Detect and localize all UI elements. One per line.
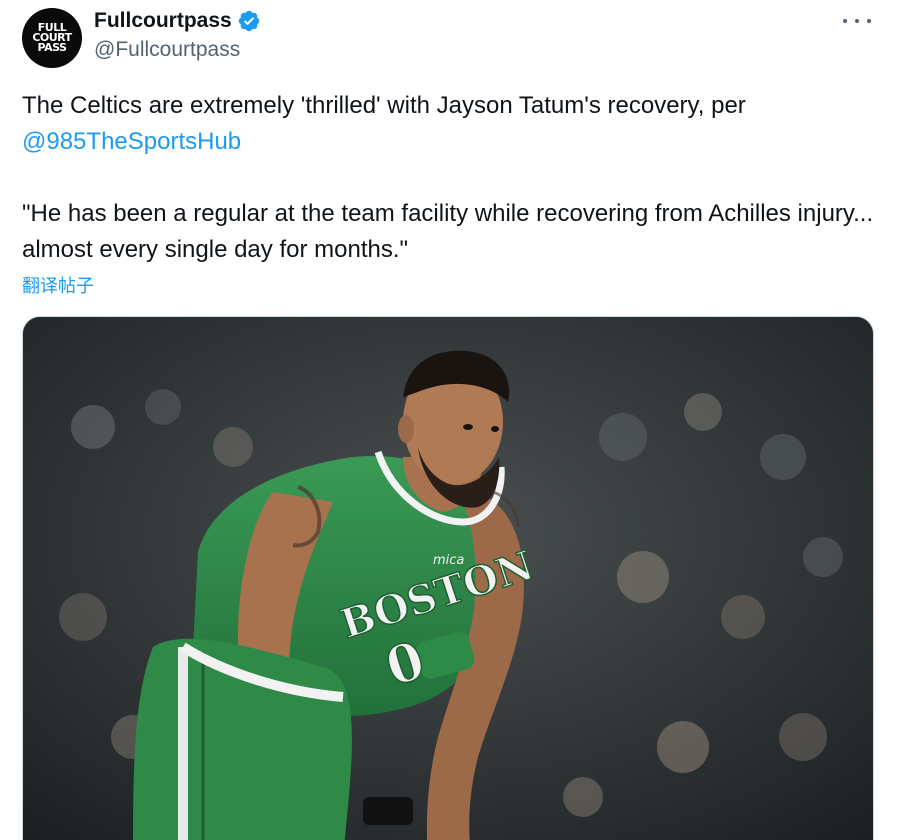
avatar[interactable]: FULL COURT PASS bbox=[22, 8, 82, 68]
mention-link[interactable]: @985TheSportsHub bbox=[22, 124, 882, 160]
translate-post-link[interactable]: 翻译帖子 bbox=[22, 272, 94, 298]
more-dot bbox=[855, 19, 859, 23]
display-name[interactable]: Fullcourtpass bbox=[94, 9, 232, 33]
tweet: FULL COURT PASS Fullcourtpass @Fullcourt… bbox=[0, 0, 897, 840]
verified-badge-icon bbox=[238, 10, 259, 32]
more-options-icon[interactable] bbox=[843, 10, 871, 32]
avatar-logo-line-3: PASS bbox=[37, 41, 67, 54]
jersey-sponsor: mica bbox=[433, 553, 464, 568]
more-dot bbox=[867, 19, 871, 23]
author-name-row: Fullcourtpass bbox=[94, 7, 261, 35]
more-dot bbox=[843, 19, 847, 23]
tweet-quote: "He has been a regular at the team facil… bbox=[22, 200, 874, 263]
tweet-line-1: The Celtics are extremely 'thrilled' wit… bbox=[22, 92, 746, 119]
tweet-photo[interactable]: BOSTON 0 mica bbox=[22, 316, 874, 840]
author-handle[interactable]: @Fullcourtpass bbox=[94, 38, 240, 62]
tweet-text: The Celtics are extremely 'thrilled' wit… bbox=[22, 88, 882, 268]
photo-illustration: BOSTON 0 mica bbox=[23, 317, 873, 840]
